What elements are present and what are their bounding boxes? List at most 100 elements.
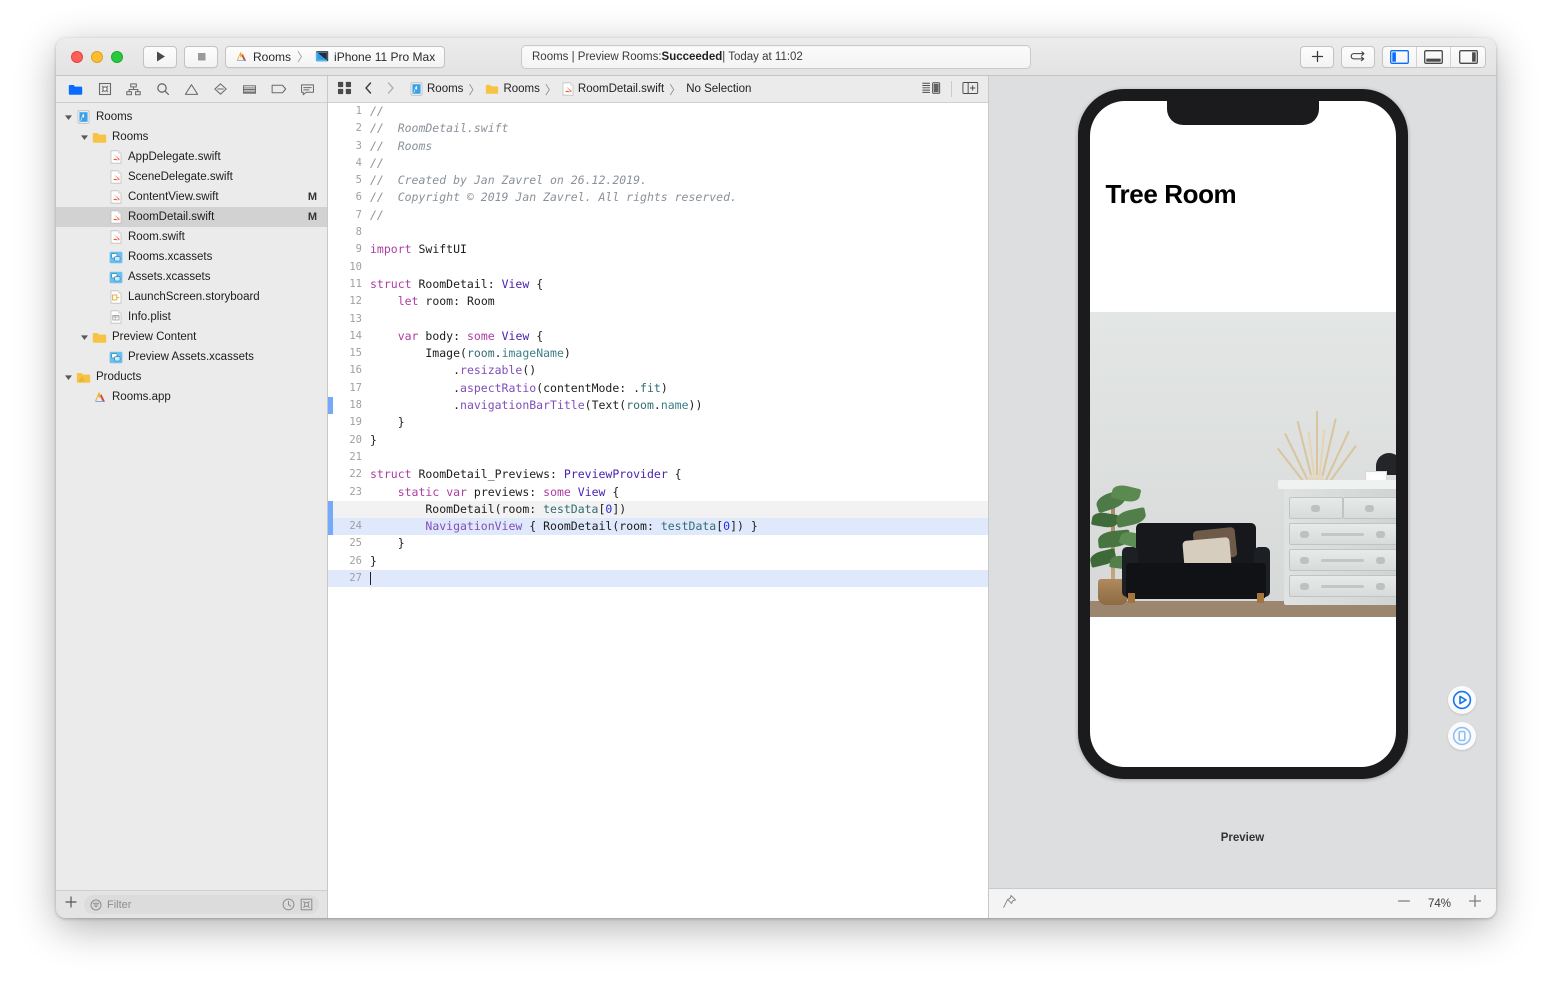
source-control-filter-icon — [300, 898, 313, 911]
list-item[interactable]: Info.plist — [56, 307, 327, 327]
code-line[interactable]: 26} — [328, 553, 988, 570]
dresser — [1277, 480, 1396, 605]
code-line[interactable]: 1 // — [328, 103, 988, 120]
code-line[interactable]: 24 NavigationView { RoomDetail(room: tes… — [328, 518, 988, 536]
code-line[interactable]: 6 // Copyright © 2019 Jan Zavrel. All rig… — [328, 189, 988, 206]
list-item[interactable]: Rooms — [56, 127, 327, 147]
live-preview-button[interactable] — [1448, 686, 1476, 714]
code-line[interactable]: 17 .aspectRatio(contentMode: .fit) — [328, 380, 988, 397]
chevron-left-icon — [365, 81, 372, 94]
code-line[interactable]: 25 } — [328, 535, 988, 552]
sidebar-item-symbol-navigator[interactable] — [120, 78, 147, 100]
code-line[interactable]: 5 // Created by Jan Zavrel on 26.12.2019. — [328, 172, 988, 189]
list-item[interactable]: ContentView.swift M — [56, 187, 327, 207]
code-line[interactable]: 11 struct RoomDetail: View { — [328, 276, 988, 293]
code-line[interactable]: 2 // RoomDetail.swift — [328, 120, 988, 137]
toggle-debug-area-button[interactable] — [1417, 46, 1451, 67]
toggle-navigator-button[interactable] — [1383, 46, 1417, 67]
add-editor-button[interactable] — [1300, 45, 1334, 68]
code-line[interactable]: 18 .navigationBarTitle(Text(room.name)) — [328, 397, 988, 415]
list-item[interactable]: Products — [56, 367, 327, 387]
code-line[interactable]: 15 Image(room.imageName) — [328, 345, 988, 362]
code-line-text: // — [370, 155, 384, 170]
add-file-button[interactable] — [64, 895, 78, 914]
breadcrumb-item-project[interactable]: Rooms — [410, 82, 463, 96]
code-line[interactable]: 9 import SwiftUI — [328, 241, 988, 258]
sidebar-item-test-navigator[interactable] — [207, 78, 234, 100]
toggle-inspector-button[interactable] — [1451, 47, 1485, 67]
navigate-forward-button[interactable] — [385, 81, 396, 98]
minimize-button[interactable] — [91, 50, 103, 63]
code-line[interactable]: 12 let room: Room — [328, 293, 988, 310]
list-item[interactable]: Rooms.xcassets — [56, 247, 327, 267]
code-line[interactable]: RoomDetail(room: testData[0]) — [328, 500, 988, 519]
project-navigator-tree[interactable]: Rooms Rooms AppDelegate.swift SceneDelegate… — [56, 103, 327, 890]
sidebar-item-project-navigator[interactable] — [62, 78, 89, 100]
swap-editor-button[interactable] — [1341, 45, 1375, 68]
code-line[interactable]: 7 // — [328, 207, 988, 224]
sidebar-item-debug-navigator[interactable] — [236, 78, 263, 100]
breadcrumb-item-group[interactable]: Rooms — [485, 83, 540, 95]
code-line[interactable]: 19 } — [328, 414, 988, 431]
list-item[interactable]: Preview Assets.xcassets — [56, 347, 327, 367]
code-line[interactable]: 22 struct RoomDetail_Previews: PreviewPro… — [328, 466, 988, 483]
zoom-in-button[interactable] — [1467, 893, 1483, 914]
code-line[interactable]: 4 // — [328, 155, 988, 172]
source-code-editor[interactable]: 1 // 2 // RoomDetail.swift 3 // Rooms 4 // 5 // C… — [328, 103, 988, 918]
add-editor-button-right[interactable] — [962, 81, 979, 98]
minimap-toggle-button[interactable] — [922, 81, 941, 98]
xcassets-icon — [107, 251, 124, 264]
code-line[interactable]: 8 — [328, 224, 988, 241]
line-number: 25 — [349, 537, 362, 550]
list-item[interactable]: SceneDelegate.swift — [56, 167, 327, 187]
code-line[interactable]: 23 static var previews: some View { — [328, 484, 988, 501]
code-line[interactable]: 21 — [328, 449, 988, 466]
list-item[interactable]: Assets.xcassets — [56, 267, 327, 287]
disclosure-triangle-icon[interactable] — [78, 333, 91, 342]
close-button[interactable] — [71, 50, 83, 63]
sidebar-item-breakpoint-navigator[interactable] — [265, 78, 292, 100]
disclosure-triangle-icon[interactable] — [78, 133, 91, 142]
clock-icon — [282, 898, 295, 911]
list-item[interactable]: RoomDetail.swift M — [56, 207, 327, 227]
sidebar-item-report-navigator[interactable] — [294, 78, 321, 100]
zoom-button[interactable] — [111, 50, 123, 63]
run-button[interactable] — [143, 45, 177, 68]
preview-on-device-button[interactable] — [1448, 722, 1476, 750]
list-item[interactable]: LaunchScreen.storyboard — [56, 287, 327, 307]
breadcrumb-item-selection[interactable]: No Selection — [686, 83, 751, 95]
list-item[interactable]: AppDelegate.swift — [56, 147, 327, 167]
filter-input[interactable]: Filter — [84, 895, 319, 914]
stop-button[interactable] — [184, 45, 218, 68]
code-line[interactable]: 16 .resizable() — [328, 362, 988, 379]
code-line[interactable]: 20} — [328, 432, 988, 449]
drawer-knob — [1300, 531, 1310, 538]
code-line-text: static var previews: some View { — [397, 484, 620, 499]
sidebar-item-issue-navigator[interactable] — [178, 78, 205, 100]
related-items-button[interactable] — [337, 81, 352, 98]
sidebar-item-find-navigator[interactable] — [149, 78, 176, 100]
code-line-text: let room: Room — [397, 294, 495, 309]
sidebar-item-source-control-navigator[interactable] — [91, 78, 118, 100]
disclosure-triangle-icon[interactable] — [62, 113, 75, 122]
code-line[interactable]: 27 — [328, 570, 988, 588]
device-screen[interactable]: Tree Room — [1089, 101, 1396, 767]
list-item[interactable]: Room.swift — [56, 227, 327, 247]
list-item[interactable]: Rooms.app — [56, 387, 327, 407]
code-line[interactable]: 13 — [328, 311, 988, 328]
code-line[interactable]: 10 — [328, 259, 988, 276]
code-line-text: // Created by Jan Zavrel on 26.12.2019. — [370, 173, 647, 188]
list-item[interactable]: Preview Content — [56, 327, 327, 347]
disclosure-triangle-icon[interactable] — [62, 373, 75, 382]
list-item[interactable]: Rooms — [56, 107, 327, 127]
code-line[interactable]: 14 var body: some View { — [328, 328, 988, 345]
line-number: 13 — [349, 312, 362, 325]
breadcrumb-item-file[interactable]: RoomDetail.swift — [562, 82, 664, 96]
navigate-back-button[interactable] — [363, 81, 374, 98]
zoom-out-button[interactable] — [1396, 893, 1412, 914]
scheme-selector[interactable]: Rooms 〉 iPhone 11 Pro Max — [225, 45, 446, 68]
line-number: 7 — [355, 208, 362, 221]
pin-preview-button[interactable] — [1002, 894, 1017, 914]
canvas-stage[interactable]: Tree Room Preview — [989, 76, 1496, 888]
code-line[interactable]: 3 // Rooms — [328, 138, 988, 155]
